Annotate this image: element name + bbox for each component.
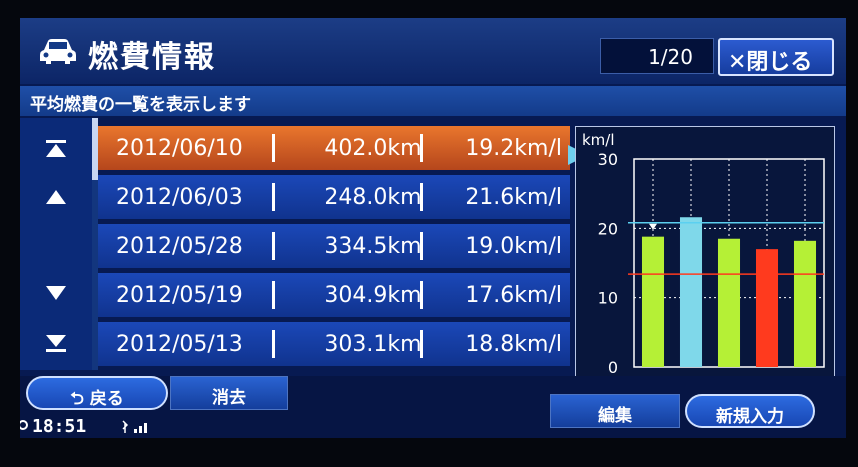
column-divider bbox=[420, 183, 423, 211]
edit-button[interactable]: 編集 bbox=[550, 394, 680, 428]
row-date: 2012/05/28 bbox=[116, 234, 243, 259]
row-distance: 304.9km bbox=[324, 283, 422, 308]
row-efficiency: 19.0km/l bbox=[465, 234, 562, 259]
back-button-label: 戻る bbox=[89, 389, 124, 409]
column-divider bbox=[420, 232, 423, 260]
row-distance: 248.0km bbox=[324, 185, 422, 210]
fuel-chart: km/l 30 20 10 0 bbox=[575, 126, 835, 378]
y-tick-label: 0 bbox=[608, 358, 618, 377]
scroll-down-button[interactable] bbox=[20, 270, 92, 316]
table-row[interactable]: 2012/05/19 304.9km 17.6km/l bbox=[98, 273, 570, 317]
fuel-chart-canvas: km/l30 20 10 0 bbox=[582, 131, 825, 377]
return-icon: ⮌ bbox=[70, 389, 90, 409]
column-divider bbox=[272, 330, 275, 358]
row-date: 2012/05/13 bbox=[116, 332, 243, 357]
row-efficiency: 17.6km/l bbox=[465, 283, 562, 308]
scroll-controls bbox=[20, 118, 92, 370]
page-indicator: 1/20 bbox=[600, 38, 714, 74]
column-divider bbox=[420, 330, 423, 358]
table-row[interactable]: 2012/06/10 402.0km 19.2km/l bbox=[98, 126, 570, 170]
column-divider bbox=[420, 134, 423, 162]
table-row[interactable]: 2012/05/13 303.1km 18.8km/l bbox=[98, 322, 570, 366]
scroll-top-icon bbox=[46, 140, 66, 157]
row-efficiency: 18.8km/l bbox=[465, 332, 562, 357]
selected-bar-marker bbox=[649, 223, 657, 230]
clock: 18:51 bbox=[32, 416, 87, 437]
chart-bar bbox=[679, 217, 703, 367]
signal-strength-icon bbox=[122, 420, 147, 433]
column-divider bbox=[272, 134, 275, 162]
column-divider bbox=[420, 281, 423, 309]
row-distance: 402.0km bbox=[324, 136, 422, 161]
table-row[interactable]: 2012/05/28 334.5km 19.0km/l bbox=[98, 224, 570, 268]
scroll-bottom-icon bbox=[46, 335, 66, 352]
y-tick-label: 30 bbox=[598, 150, 618, 169]
header: 燃費情報 1/20 ✕閉じる bbox=[20, 18, 846, 84]
chart-bar bbox=[755, 249, 779, 367]
back-button[interactable]: ⮌ 戻る bbox=[26, 376, 168, 410]
scroll-up-button[interactable] bbox=[20, 174, 92, 220]
car-icon bbox=[40, 39, 76, 64]
chart-bar bbox=[793, 240, 817, 367]
scroll-bottom-button[interactable] bbox=[20, 320, 92, 366]
row-distance: 334.5km bbox=[324, 234, 422, 259]
row-date: 2012/06/03 bbox=[116, 185, 243, 210]
chart-bar bbox=[717, 238, 741, 367]
column-divider bbox=[272, 281, 275, 309]
screen: 燃費情報 1/20 ✕閉じる 平均燃費の一覧を表示します 2012/06/10 … bbox=[20, 18, 846, 438]
clock-icon bbox=[20, 420, 28, 430]
close-button[interactable]: ✕閉じる bbox=[718, 38, 834, 76]
y-tick-label: 10 bbox=[598, 289, 618, 308]
row-date: 2012/05/19 bbox=[116, 283, 243, 308]
row-distance: 303.1km bbox=[324, 332, 422, 357]
page-title: 燃費情報 bbox=[88, 40, 216, 75]
row-date: 2012/06/10 bbox=[116, 136, 243, 161]
footer: ⮌ 戻る 消去 編集 新規入力 18:51 bbox=[20, 376, 846, 438]
row-efficiency: 21.6km/l bbox=[465, 185, 562, 210]
up-arrow-icon bbox=[46, 190, 66, 204]
down-arrow-icon bbox=[46, 286, 66, 300]
column-divider bbox=[272, 183, 275, 211]
new-entry-button[interactable]: 新規入力 bbox=[685, 394, 815, 428]
delete-button[interactable]: 消去 bbox=[170, 376, 288, 410]
scroll-top-button[interactable] bbox=[20, 126, 92, 172]
row-efficiency: 19.2km/l bbox=[465, 136, 562, 161]
y-axis-label: km/l bbox=[582, 131, 615, 149]
chart-bar bbox=[641, 236, 665, 367]
column-divider bbox=[272, 232, 275, 260]
y-tick-label: 20 bbox=[598, 219, 618, 238]
table-row[interactable]: 2012/06/03 248.0km 21.6km/l bbox=[98, 175, 570, 219]
subtitle-bar: 平均燃費の一覧を表示します bbox=[20, 86, 846, 116]
subtitle: 平均燃費の一覧を表示します bbox=[30, 95, 251, 115]
